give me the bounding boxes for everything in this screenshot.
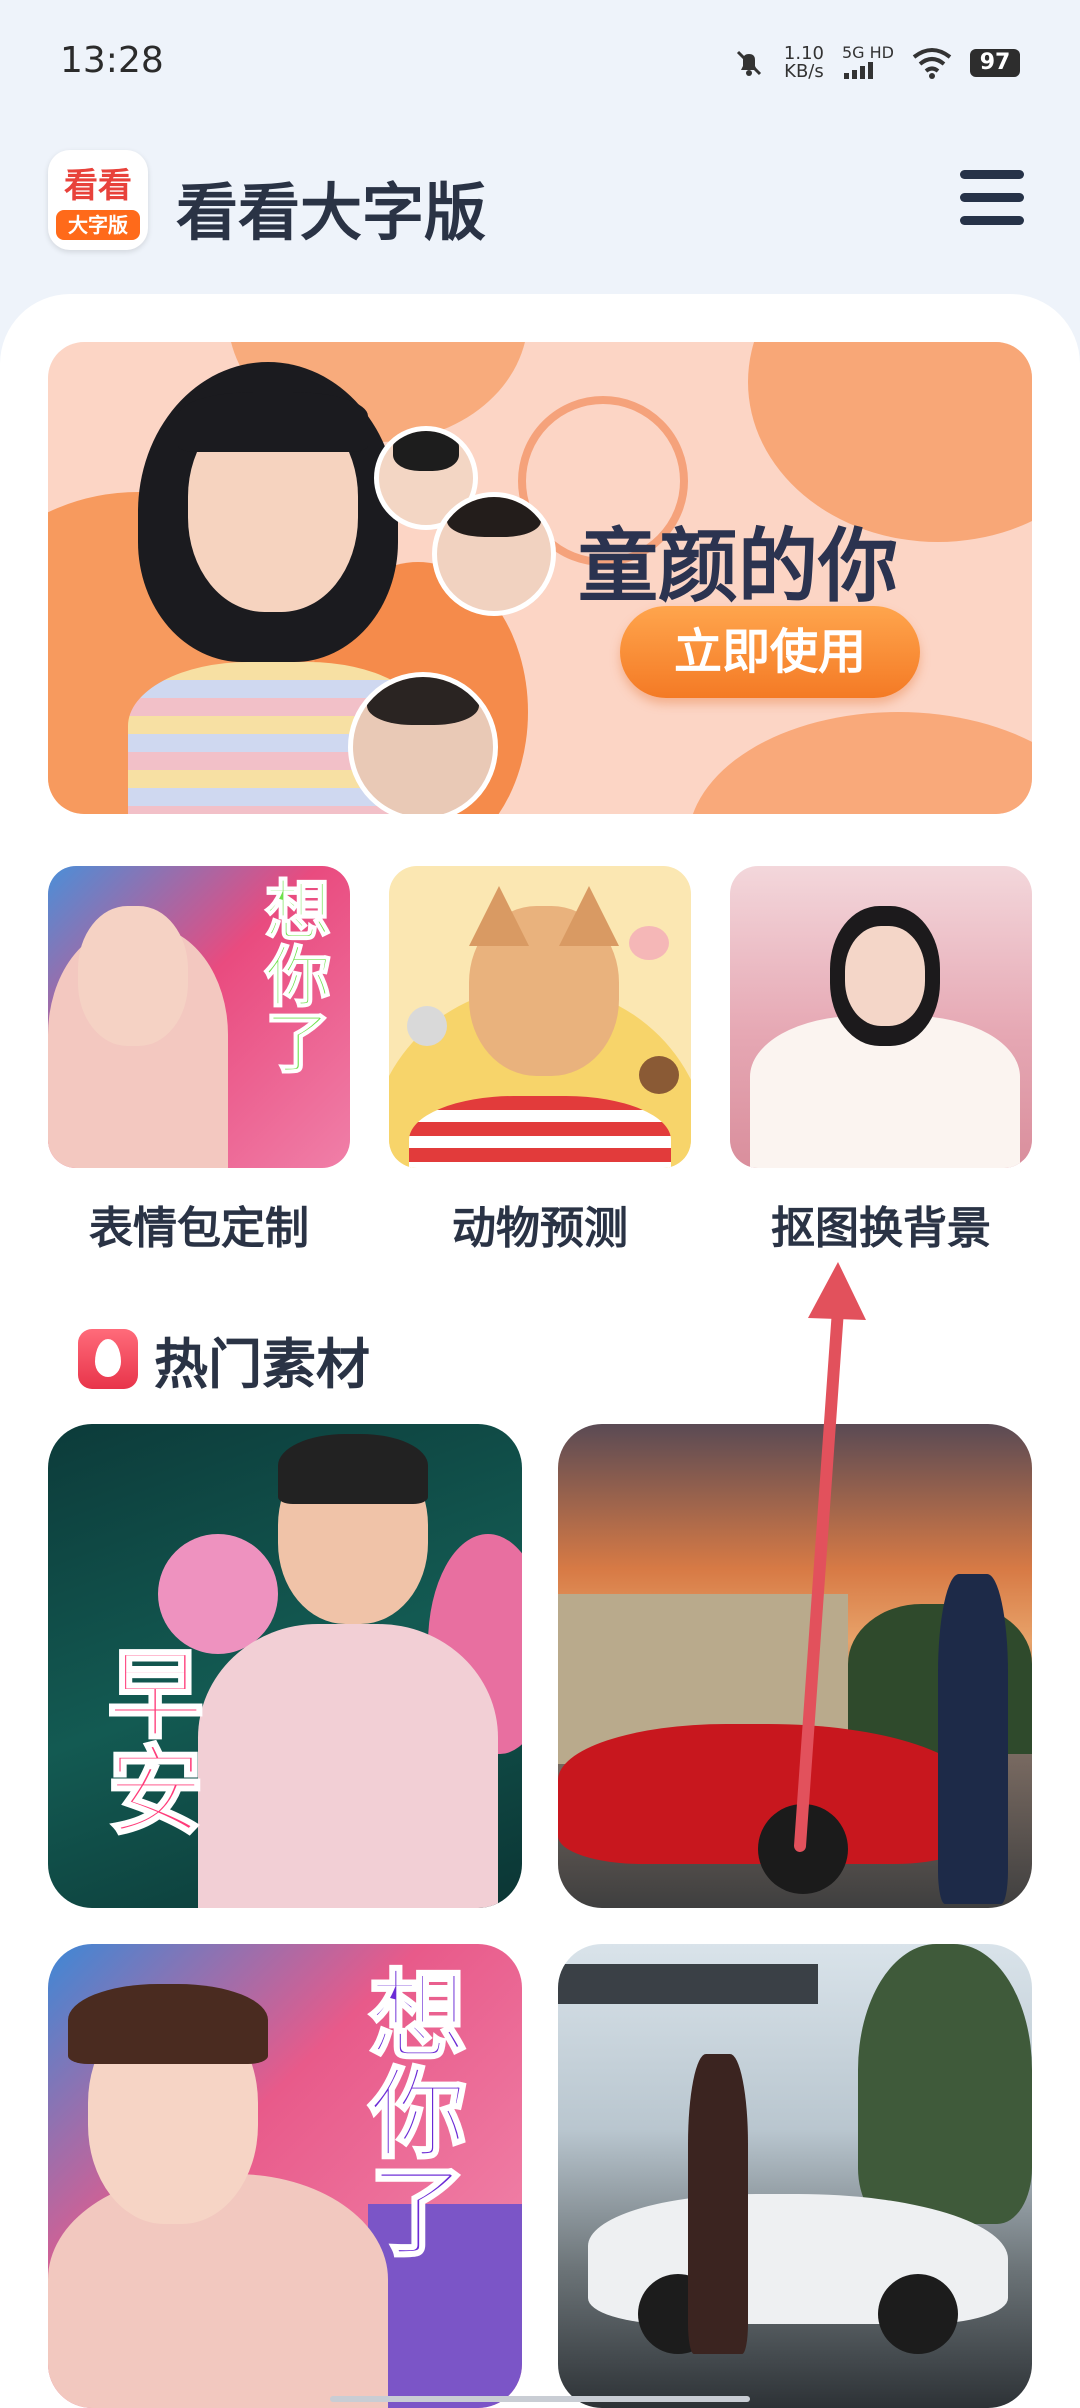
flame-icon [78,1329,138,1389]
battery-indicator: 97 [970,49,1020,77]
app-logo: 看看 大字版 [48,150,148,250]
feature-cutout-background[interactable]: 抠图换背景 [730,866,1032,1256]
material-card-sportscar[interactable] [558,1424,1032,1908]
banner-title: 童颜的你 [578,520,898,613]
feature-sticker-custom[interactable]: 想你了 表情包定制 [48,866,350,1256]
feature-label: 动物预测 [452,1203,628,1254]
mute-bell-icon [736,50,761,76]
wifi-icon [912,48,952,79]
promo-banner[interactable]: 童颜的你 立即使用 [48,342,1032,814]
network-speed: 1.10 KB/s [783,43,824,82]
use-now-button[interactable]: 立即使用 [620,606,920,698]
material-card-miss-you[interactable]: 想你了 [48,1944,522,2408]
feature-thumbnail [389,866,691,1168]
hot-materials-header: 热门素材 [78,1324,370,1396]
face-thumbnail-elder [348,672,498,814]
overlay-caption: 想你了 [351,1963,468,2260]
rabbit-icon [407,1006,447,1046]
home-indicator[interactable] [330,2396,750,2402]
bear-icon [639,1056,679,1094]
cellular-signal-icon: 5G HD [842,44,894,82]
feature-row: 想你了 表情包定制 动物预测 抠图换背景 [48,866,1032,1256]
hamburger-menu-icon[interactable] [960,168,1024,228]
pig-icon [629,926,669,960]
feature-animal-predict[interactable]: 动物预测 [389,866,691,1256]
status-icons: 1.10 KB/s 5G HD 97 [732,38,1020,88]
main-content: 童颜的你 立即使用 想你了 表情包定制 动物预测 抠图换背景 热门素材 早安 想… [0,294,1080,2408]
face-thumbnail-adult [432,492,556,616]
material-card-supercar[interactable] [558,1944,1032,2408]
app-header: 看看 大字版 看看大字版 [0,140,1080,280]
material-card-morning[interactable]: 早安 [48,1424,522,1908]
feature-label: 抠图换背景 [771,1203,991,1254]
feature-label: 表情包定制 [89,1203,309,1254]
section-title: 热门素材 [154,1332,370,1396]
feature-thumbnail [730,866,1032,1168]
overlay-caption: 想你了 [253,875,332,1075]
app-title: 看看大字版 [176,176,487,249]
overlay-caption: 早安 [90,1643,205,1838]
status-bar: 13:28 1.10 KB/s 5G HD 97 [0,0,1080,120]
feature-thumbnail: 想你了 [48,866,350,1168]
status-time: 13:28 [60,40,164,81]
